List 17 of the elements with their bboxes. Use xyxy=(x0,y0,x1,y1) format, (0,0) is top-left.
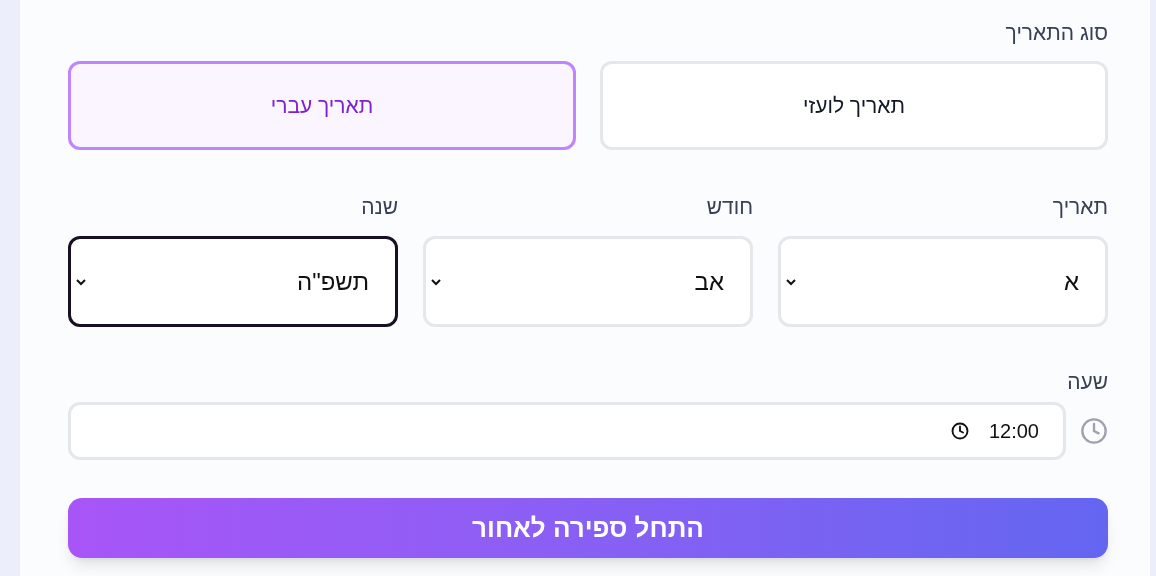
date-type-option[interactable]: תאריך עברי xyxy=(68,61,576,150)
dropdown[interactable]: א xyxy=(778,236,1108,327)
clock-icon xyxy=(1080,417,1108,445)
chevron-down-icon xyxy=(785,277,797,286)
dropdown[interactable]: אב xyxy=(423,236,753,327)
chevron-down-icon xyxy=(75,277,87,286)
chevron-down-icon xyxy=(430,277,442,286)
field-label: חודש xyxy=(705,194,753,220)
time-field[interactable]: 12:00 xyxy=(68,402,1066,460)
time-label: שעה xyxy=(1066,369,1108,395)
dropdown[interactable]: תשפ"ה xyxy=(68,236,398,327)
date-type-option[interactable]: תאריך לועזי xyxy=(600,61,1108,150)
date-type-label: סוג התאריך xyxy=(1004,20,1108,46)
field-label: שנה xyxy=(360,194,398,220)
start-countdown-button[interactable]: התחל ספירה לאחור xyxy=(68,498,1108,558)
field-label: תאריך xyxy=(1051,194,1108,220)
clock-icon[interactable] xyxy=(950,422,969,440)
